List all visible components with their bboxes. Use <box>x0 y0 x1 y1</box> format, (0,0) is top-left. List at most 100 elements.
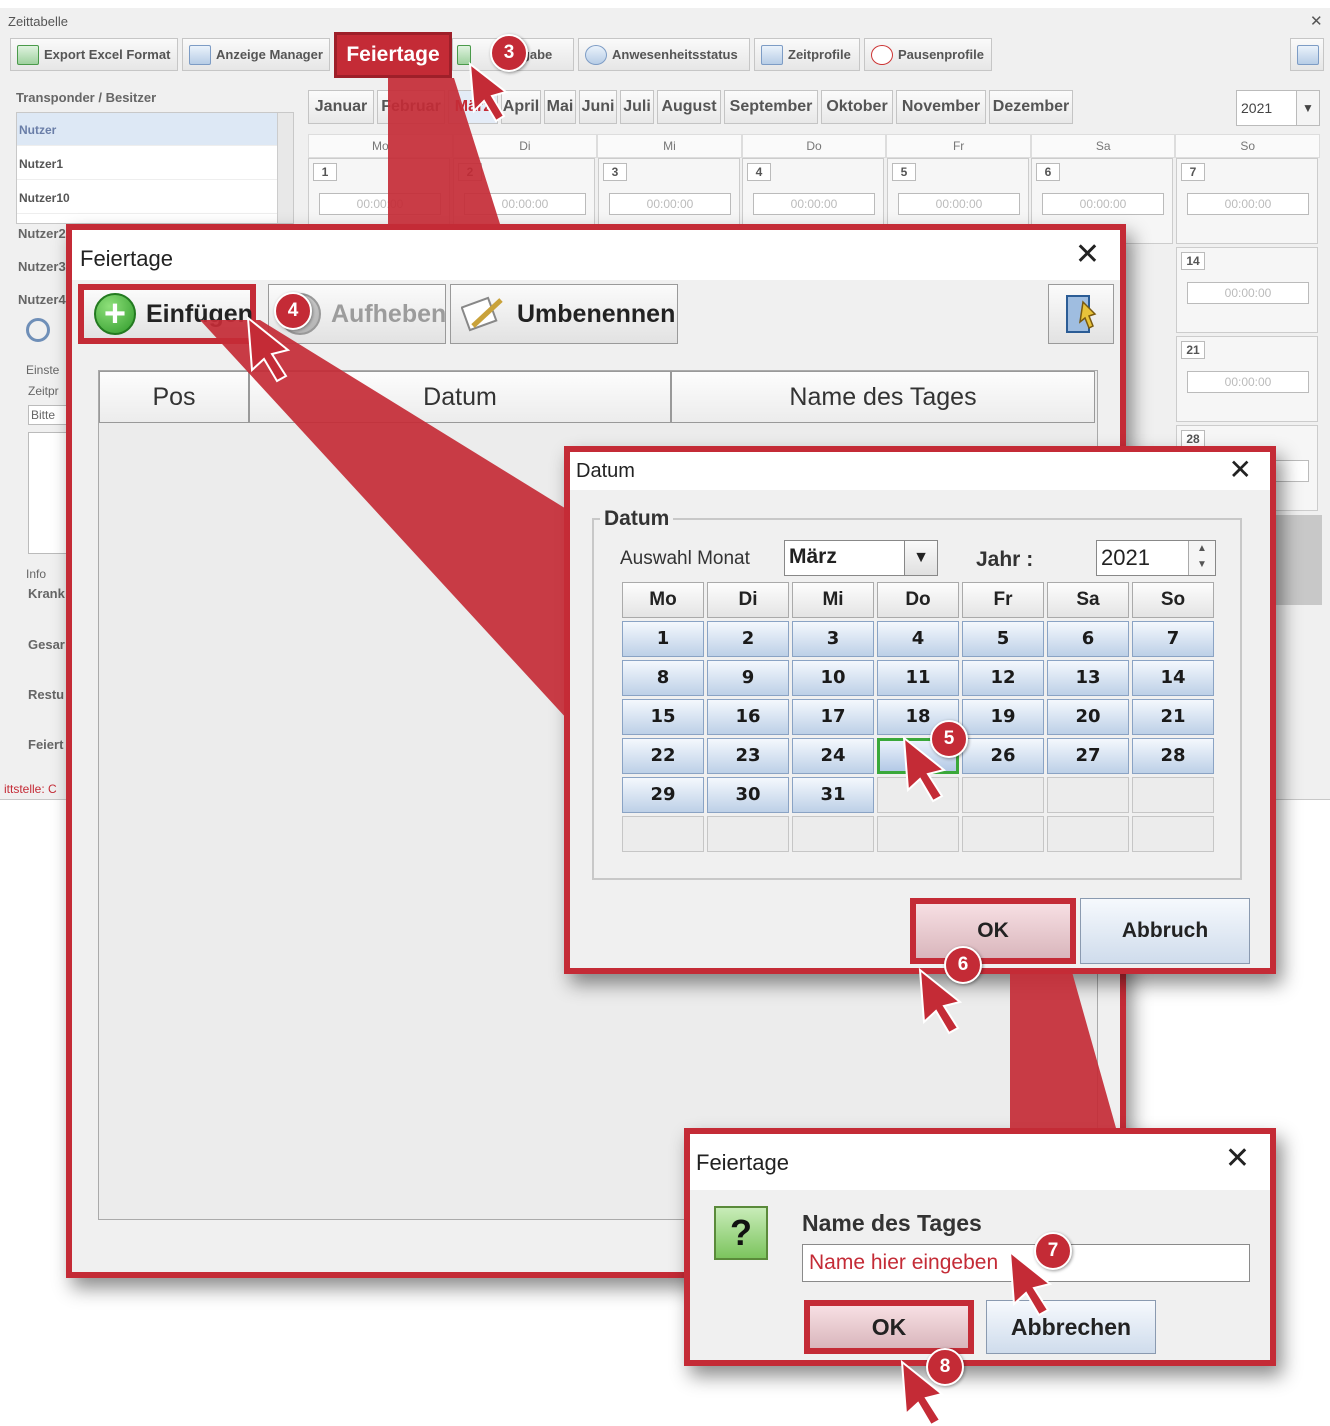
abbrechen-button[interactable]: Abbrechen <box>986 1300 1156 1354</box>
day-button[interactable]: 20 <box>1047 699 1129 735</box>
day-button[interactable]: 21 <box>1132 699 1214 735</box>
day-button[interactable]: 5 <box>962 621 1044 657</box>
settings-button[interactable] <box>1048 284 1114 344</box>
time-field[interactable]: 00:00:00 <box>1187 371 1309 393</box>
empty-day-cell <box>792 816 874 852</box>
einfuegen-button[interactable]: + Einfügen <box>78 284 256 344</box>
ok-button[interactable]: OK <box>910 898 1076 964</box>
ok-button[interactable]: OK <box>804 1300 974 1354</box>
day-button[interactable]: 4 <box>877 621 959 657</box>
day-button[interactable]: 7 <box>1132 621 1214 657</box>
export-excel-button[interactable]: Export Excel Format <box>10 38 178 71</box>
info-area <box>28 432 68 554</box>
day-button[interactable]: 24 <box>792 738 874 774</box>
day-button[interactable]: 31 <box>792 777 874 813</box>
empty-day-cell <box>962 816 1044 852</box>
day-button[interactable]: 14 <box>1132 660 1214 696</box>
day-button[interactable]: 9 <box>707 660 789 696</box>
time-field[interactable]: 00:00:00 <box>609 193 731 215</box>
tab-juli[interactable]: Juli <box>620 90 654 124</box>
feiertage-sum-label: Feiert <box>28 737 64 752</box>
day-button[interactable]: 17 <box>792 699 874 735</box>
day-button[interactable]: 22 <box>622 738 704 774</box>
day-button[interactable]: 30 <box>707 777 789 813</box>
anwesenheitsstatus-button[interactable]: Anwesenheitsstatus <box>578 38 750 71</box>
day-button[interactable]: 8 <box>622 660 704 696</box>
empty-day-cell <box>877 816 959 852</box>
day-button[interactable]: 11 <box>877 660 959 696</box>
day-button[interactable]: 10 <box>792 660 874 696</box>
zeitprofil-select[interactable]: Bitte <box>28 405 68 425</box>
tab-januar[interactable]: Januar <box>308 90 374 124</box>
time-field[interactable]: 00:00:00 <box>1042 193 1164 215</box>
tab-april[interactable]: April <box>501 90 541 124</box>
day-button[interactable]: 19 <box>962 699 1044 735</box>
feiertage-button[interactable]: Feiertage <box>334 32 452 78</box>
tab-november[interactable]: November <box>896 90 986 124</box>
day-number: 7 <box>1181 163 1205 181</box>
time-field[interactable]: 00:00:00 <box>753 193 875 215</box>
close-icon[interactable]: ✕ <box>1225 1144 1250 1174</box>
time-field[interactable]: 00:00:00 <box>1187 282 1309 304</box>
scrollbar[interactable] <box>277 113 293 223</box>
pausenprofile-button[interactable]: Pausenprofile <box>864 38 992 71</box>
day-button[interactable]: 29 <box>622 777 704 813</box>
column-header-datum[interactable]: Datum <box>249 371 671 423</box>
day-button[interactable]: 15 <box>622 699 704 735</box>
day-button[interactable]: 1 <box>622 621 704 657</box>
abbruch-button[interactable]: Abbruch <box>1080 898 1250 964</box>
name-input[interactable]: Name hier eingeben <box>802 1244 1250 1282</box>
day-button[interactable]: 16 <box>707 699 789 735</box>
list-item[interactable]: Nutzer10 <box>17 181 279 214</box>
column-header-name[interactable]: Name des Tages <box>671 371 1095 423</box>
user-list[interactable]: Nutzer Nutzer1 Nutzer10 <box>16 112 294 224</box>
tab-august[interactable]: August <box>657 90 721 124</box>
close-icon[interactable]: ✕ <box>1075 240 1100 270</box>
tab-februar[interactable]: Februar <box>377 90 445 124</box>
column-header-pos[interactable]: Pos <box>99 371 249 423</box>
day-cell[interactable]: 14 00:00:00 <box>1176 247 1318 333</box>
umbenennen-button[interactable]: Umbenennen <box>450 284 678 344</box>
tool-button[interactable] <box>1290 38 1324 71</box>
tab-dezember[interactable]: Dezember <box>989 90 1073 124</box>
day-button[interactable]: 23 <box>707 738 789 774</box>
aufheben-label: Aufheben <box>331 299 447 328</box>
day-number: 5 <box>892 163 916 181</box>
day-button[interactable]: 12 <box>962 660 1044 696</box>
day-button[interactable]: 27 <box>1047 738 1129 774</box>
list-item[interactable]: Nutzer2 <box>18 226 66 241</box>
tab-mai[interactable]: Mai <box>544 90 576 124</box>
day-button[interactable]: 26 <box>962 738 1044 774</box>
search-icon[interactable] <box>26 318 50 342</box>
day-button[interactable]: 3 <box>792 621 874 657</box>
anzeige-manager-button[interactable]: Anzeige Manager <box>182 38 330 71</box>
tab-oktober[interactable]: Oktober <box>821 90 893 124</box>
day-button[interactable]: 6 <box>1047 621 1129 657</box>
day-button[interactable]: 2 <box>707 621 789 657</box>
step-badge: 8 <box>926 1348 964 1386</box>
window-close-icon[interactable]: ✕ <box>1310 12 1323 30</box>
list-item[interactable]: Nutzer <box>17 113 279 146</box>
tab-juni[interactable]: Juni <box>579 90 617 124</box>
spinner-arrows-icon[interactable]: ▲ ▼ <box>1188 541 1215 575</box>
day-button[interactable]: 13 <box>1047 660 1129 696</box>
time-field[interactable]: 00:00:00 <box>1187 193 1309 215</box>
tab-maerz[interactable]: März <box>448 90 498 124</box>
close-icon[interactable]: ✕ <box>1229 456 1252 484</box>
day-button[interactable]: 28 <box>1132 738 1214 774</box>
time-field[interactable]: 00:00:00 <box>319 193 441 215</box>
chevron-down-icon[interactable]: ▼ <box>1296 91 1319 125</box>
empty-day-cell <box>1047 816 1129 852</box>
list-item[interactable]: Nutzer3 <box>18 259 66 274</box>
step-badge: 7 <box>1034 1232 1072 1270</box>
list-item[interactable]: Nutzer4 <box>18 292 66 307</box>
window-title: Zeittabelle <box>8 14 68 29</box>
chevron-down-icon[interactable]: ▼ <box>904 541 937 575</box>
time-field[interactable]: 00:00:00 <box>898 193 1020 215</box>
day-cell[interactable]: 7 00:00:00 <box>1176 158 1318 244</box>
day-cell[interactable]: 21 00:00:00 <box>1176 336 1318 422</box>
list-item[interactable]: Nutzer1 <box>17 147 279 180</box>
tab-september[interactable]: September <box>724 90 818 124</box>
zeitprofile-button[interactable]: Zeitprofile <box>754 38 860 71</box>
time-field[interactable]: 00:00:00 <box>464 193 586 215</box>
